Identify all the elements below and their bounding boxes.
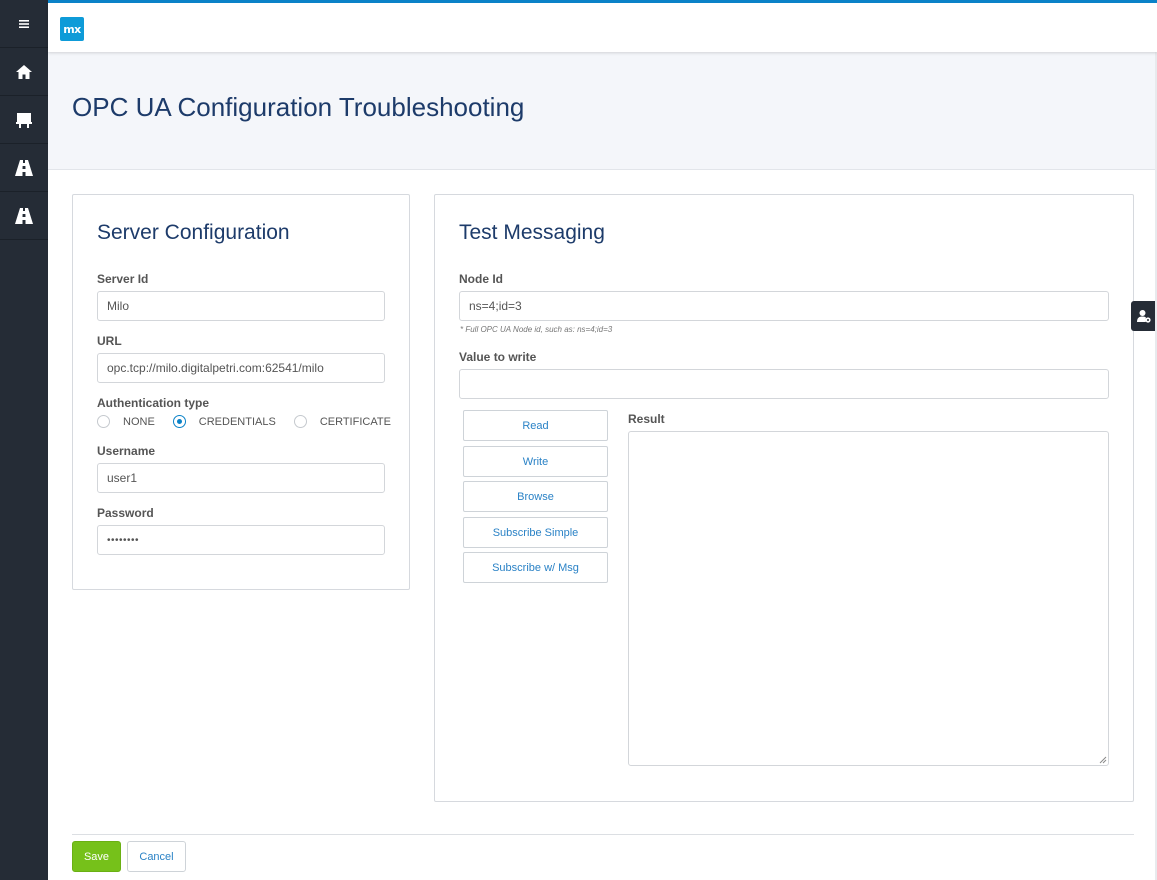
url-input[interactable]: opc.tcp://milo.digitalpetri.com:62541/mi… — [97, 353, 385, 383]
value-to-write-input[interactable] — [459, 369, 1109, 399]
radio-certificate-label[interactable]: CERTIFICATE — [320, 416, 391, 428]
sidebar-item-road-1[interactable] — [0, 144, 48, 192]
subscribe-simple-button[interactable]: Subscribe Simple — [463, 517, 608, 548]
road-icon — [15, 159, 33, 176]
footer-divider — [72, 834, 1134, 835]
url-label: URL — [97, 334, 122, 348]
write-button[interactable]: Write — [463, 446, 608, 477]
resize-grip-icon[interactable] — [1098, 755, 1107, 764]
page-header: OPC UA Configuration Troubleshooting — [48, 52, 1157, 170]
value-to-write-label: Value to write — [459, 350, 537, 364]
cancel-button[interactable]: Cancel — [127, 841, 186, 872]
home-icon — [16, 64, 32, 79]
result-textarea[interactable] — [628, 431, 1109, 766]
node-id-input[interactable]: ns=4;id=3 — [459, 291, 1109, 321]
menu-icon — [19, 19, 29, 28]
node-id-help-text: * Full OPC UA Node id, such as: ns=4;id=… — [460, 325, 613, 334]
username-input[interactable]: user1 — [97, 463, 385, 493]
subscribe-with-msg-button[interactable]: Subscribe w/ Msg — [463, 552, 608, 583]
top-bar: mx — [48, 0, 1157, 52]
user-gear-icon — [1137, 310, 1151, 323]
password-label: Password — [97, 506, 154, 520]
radio-credentials-label[interactable]: CREDENTIALS — [199, 416, 276, 428]
read-button[interactable]: Read — [463, 410, 608, 441]
road-icon — [15, 207, 33, 224]
authentication-type-radio-group: NONE CREDENTIALS CERTIFICATE — [97, 415, 409, 428]
sidebar-item-home[interactable] — [0, 48, 48, 96]
sidebar-item-road-2[interactable] — [0, 192, 48, 240]
save-button[interactable]: Save — [72, 841, 121, 872]
browse-button[interactable]: Browse — [463, 481, 608, 512]
server-id-label: Server Id — [97, 272, 149, 286]
presentation-icon — [16, 112, 32, 128]
user-feedback-tab[interactable] — [1131, 301, 1157, 331]
radio-none-label[interactable]: NONE — [123, 416, 155, 428]
radio-credentials[interactable] — [172, 415, 186, 428]
radio-certificate[interactable] — [293, 415, 307, 428]
test-messaging-card: Test Messaging Node Id ns=4;id=3 * Full … — [434, 194, 1134, 802]
node-id-label: Node Id — [459, 272, 503, 286]
authentication-type-label: Authentication type — [97, 396, 210, 410]
sidebar-item-presentation[interactable] — [0, 96, 48, 144]
test-messaging-title: Test Messaging — [459, 221, 605, 244]
server-id-input[interactable]: Milo — [97, 291, 385, 321]
server-configuration-card: Server Configuration Server Id Milo URL … — [72, 194, 410, 590]
sidebar — [0, 0, 48, 880]
result-label: Result — [628, 412, 665, 426]
sidebar-menu-toggle[interactable] — [0, 0, 48, 48]
mendix-logo[interactable]: mx — [60, 17, 84, 41]
username-label: Username — [97, 444, 156, 458]
radio-none[interactable] — [97, 415, 110, 428]
server-configuration-title: Server Configuration — [97, 221, 290, 244]
page-title: OPC UA Configuration Troubleshooting — [72, 92, 525, 122]
password-input[interactable]: •••••••• — [97, 525, 385, 555]
